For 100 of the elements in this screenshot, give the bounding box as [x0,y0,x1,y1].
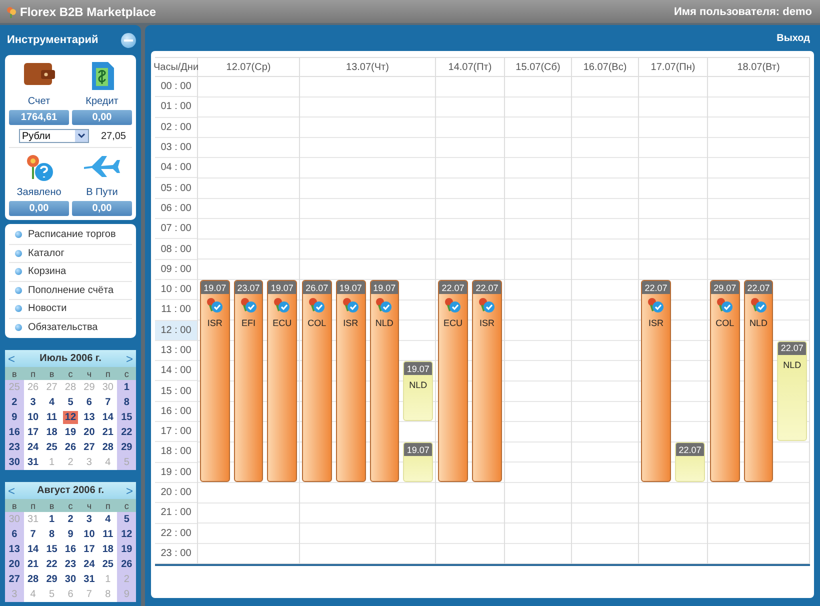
event-date: 29.07 [711,281,739,294]
confirmed-event[interactable]: 23.07 EFI [234,280,264,482]
transit-label: В Пути [86,187,118,198]
calendar-day[interactable]: 1 [117,380,136,395]
confirmed-event[interactable]: 29.07 COL [710,280,740,482]
event-code: ISR [343,318,358,328]
calendar-day[interactable]: 30 [5,455,24,470]
event-date: 19.07 [336,281,364,294]
weekday-label: п [98,367,118,380]
month-title: Июль 2006 г. [40,353,102,364]
event-date: 22.07 [744,281,772,294]
bullet-icon [15,250,22,257]
event-date: 19.07 [268,281,296,294]
flower-check-icon [342,297,360,313]
app-title: Florex B2B Marketplace [20,4,156,18]
event-date: 22.07 [473,281,501,294]
flower-check-icon [273,297,292,313]
event-code: COL [716,318,734,328]
confirmed-event[interactable]: 22.07 ISR [472,280,502,482]
flower-check-icon [478,297,496,313]
event-code: EFI [242,318,256,328]
weekday-label: п [98,499,118,512]
event-date: 22.07 [642,281,670,294]
menu-item[interactable]: Корзина [9,263,132,282]
flower-check-icon [750,297,768,313]
time-cell: 12 : 00 [155,320,197,341]
weekday-label: в [42,367,62,380]
confirmed-event[interactable]: 19.07 ISR [336,280,366,482]
time-cell: 19 : 00 [155,462,197,483]
calendar-day[interactable]: 23 [5,440,24,455]
event-code: NLD [750,318,768,328]
time-cell: 22 : 00 [155,524,197,544]
bullet-icon [15,268,22,276]
calendar-day[interactable]: 26 [117,557,136,572]
menu-item[interactable]: Новости [9,300,132,318]
calendar-day[interactable]: 5 [117,512,136,527]
pending-event[interactable]: 22.07 NLD [777,340,808,442]
confirmed-event[interactable]: 22.07 ECU [438,280,468,482]
event-date: 23.07 [234,281,262,294]
calendar-day[interactable]: 2 [5,395,24,410]
confirmed-event[interactable]: 26.07 COL [302,280,332,482]
bullet-icon [15,305,22,312]
calendar-day[interactable]: 27 [5,572,24,587]
exchange-rate: 27,05 [100,130,126,142]
calendar-day[interactable]: 13 [5,542,24,557]
menu-item[interactable]: Обязательства [9,318,132,336]
weekday-label: п [24,367,42,380]
currency-select[interactable]: Рубли [19,129,89,143]
weekday-label: с [117,367,136,380]
confirmed-event[interactable]: 19.07 ECU [267,280,298,482]
calendar-day[interactable]: 15 [117,410,136,425]
calendar-day[interactable]: 16 [5,425,24,440]
weekday-label: п [24,499,42,512]
calendar-day[interactable]: 6 [5,527,24,542]
weekday-label: ч [80,499,99,512]
weekday-label: с [61,499,80,512]
calendar-day[interactable]: 19 [117,542,136,557]
event-code: ISR [648,318,664,328]
event-date: 22.07 [778,342,806,355]
menu-item[interactable]: Пополнение счёта [9,282,132,300]
weekday-label: с [117,499,136,512]
confirmed-event[interactable]: 19.07 ISR [200,280,230,482]
menu-item[interactable]: Расписание торгов [9,226,132,244]
calendar-day[interactable]: 20 [5,557,24,572]
flower-check-icon [206,297,224,313]
calendar-day[interactable]: 8 [117,395,136,410]
user-name: Имя пользователя: demo [674,6,812,18]
pending-event[interactable]: 22.07 [675,442,705,482]
confirmed-event[interactable]: 19.07 NLD [370,280,400,482]
event-code: ECU [443,318,462,328]
event-code: NLD [409,380,428,390]
weekday-label: с [61,367,80,380]
weekday-label: в [42,499,62,512]
pending-event[interactable]: 19.07 NLD [403,361,433,422]
pending-event[interactable]: 19.07 [403,442,433,482]
event-code: COL [308,318,326,328]
event-date: 19.07 [404,362,432,376]
event-code: NLD [783,360,802,370]
sidebar-title: Инструментарий [7,34,98,46]
event-code: NLD [375,318,394,328]
flower-logo-icon [6,6,17,18]
calendar-day[interactable]: 9 [5,410,24,425]
flower-check-icon [240,297,258,313]
calendar-day[interactable]: 12 [117,527,136,542]
calendar-day[interactable]: 29 [117,440,136,455]
confirmed-event[interactable]: 22.07 NLD [744,280,774,482]
weekday-label: в [5,499,24,512]
event-code: ECU [272,318,292,328]
calendar-day[interactable]: 22 [117,425,136,440]
menu-item[interactable]: Каталог [9,244,132,263]
flower-check-icon [444,297,462,313]
event-date: 22.07 [676,443,704,456]
account-label: Счет [28,96,50,107]
confirmed-event[interactable]: 22.07 ISR [641,280,671,482]
flower-check-icon [308,297,326,313]
minus-icon [124,38,133,42]
time-cell: 02 : 00 [155,118,197,138]
declared-label: Заявлено [16,187,62,198]
collapse-button[interactable] [121,32,136,48]
logout-link[interactable]: Выход [776,32,810,44]
